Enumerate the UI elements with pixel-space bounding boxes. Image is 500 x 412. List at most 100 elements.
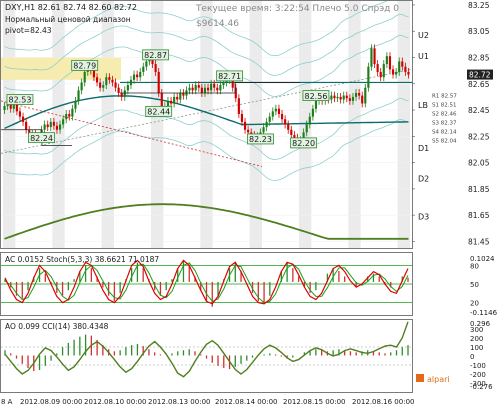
trading-terminal-chart: 82.53 82.24 82.79 82.87 82.44 82.71 82.23 82.56… <box>0 0 500 408</box>
ao-axis-tick-label: -200 <box>470 371 486 379</box>
y-axis-tick-label: 82.65 <box>468 80 490 89</box>
time-axis-label: 2012.08.09 00:00 <box>20 398 82 406</box>
candle-bearish <box>407 71 410 75</box>
range-caption: Нормальный ценовой диапазон <box>5 15 131 24</box>
y-axis-tick-label: 82.45 <box>468 106 490 115</box>
candle-bullish <box>271 111 274 117</box>
time-axis-label: 2012.08.14 00:00 <box>215 398 277 406</box>
candle-bullish <box>173 96 176 104</box>
candle-bearish <box>293 135 296 138</box>
candle-bullish <box>354 92 358 97</box>
candle-bearish <box>55 125 59 130</box>
y-axis-tick-label: 82.05 <box>468 159 490 168</box>
candle-bullish <box>71 108 74 117</box>
ac-axis-tick-label: 80 <box>470 262 479 270</box>
session-band <box>397 1 410 248</box>
candle-bearish <box>157 71 160 93</box>
candle-bullish <box>262 127 265 133</box>
candle-bearish <box>213 83 216 88</box>
time-axis: 8 A 2012.08.09 00:00 2012.08.10 00:00 2012… <box>1 398 414 406</box>
ao-axis-tick-label: 100 <box>470 344 483 352</box>
candle-bearish <box>401 61 404 67</box>
ao-cci-caption: AO 0.099 CCI(14) 380.4348 <box>5 322 109 331</box>
candle-bullish <box>58 124 62 130</box>
time-axis-label: 2012.08.10 00:00 <box>84 398 146 406</box>
candle-bullish <box>179 92 182 100</box>
candle-bullish <box>105 77 108 86</box>
candle-bullish <box>203 87 207 93</box>
candle-bearish <box>277 108 281 114</box>
candle-bullish <box>385 56 388 65</box>
y-axis-tick-label: 81.45 <box>468 237 490 246</box>
peak-label-text: 82.87 <box>144 51 167 60</box>
alpari-watermark: alpari <box>427 375 450 384</box>
candle-bearish <box>136 74 139 78</box>
candle-bearish <box>290 129 293 136</box>
candle-bullish <box>395 71 398 75</box>
ac-axis-tick-label: 50 <box>470 281 479 289</box>
candle-bullish <box>268 116 271 122</box>
y-axis-tick-label: 83.25 <box>468 1 490 10</box>
time-axis-label: 2012.08.13 00:00 <box>148 398 210 406</box>
peak-label-text: 82.79 <box>73 62 96 71</box>
candle-bearish <box>339 96 342 100</box>
candle-bullish <box>370 48 373 67</box>
ao-axis-tick-label: 0 <box>470 353 474 361</box>
ao-axis-tick-label: -0.276 <box>470 383 493 391</box>
candle-bearish <box>95 77 99 83</box>
candle-bearish <box>114 82 117 88</box>
peak-label-text: 82.23 <box>249 135 272 144</box>
candle-bearish <box>391 69 395 75</box>
session-band <box>348 1 361 248</box>
pivot-caption: pivot=82.43 <box>5 26 52 35</box>
candle-bearish <box>240 113 244 122</box>
candle-bearish <box>243 121 247 130</box>
pivot-level-label: S1 82.51 <box>432 102 456 108</box>
candle-bearish <box>280 113 284 120</box>
level-label: D3 <box>418 212 429 221</box>
candle-bullish <box>222 82 225 86</box>
pivot-level-label: S4 82.14 <box>432 129 457 135</box>
candle-bearish <box>120 92 123 97</box>
y-axis-tick-label: 81.65 <box>468 211 490 220</box>
candle-bullish <box>102 85 105 88</box>
price-tag-text: 82.72 <box>469 71 491 80</box>
candle-bullish <box>132 74 136 80</box>
candle-bullish <box>367 66 370 88</box>
candle-bullish <box>219 85 222 91</box>
level-label: LB <box>418 101 428 110</box>
level-label: U2 <box>418 31 429 40</box>
candle-bullish <box>351 96 355 101</box>
candle-bullish <box>314 100 318 109</box>
ao-axis-tick-label: 200 <box>470 335 483 343</box>
candle-bearish <box>18 111 22 117</box>
candle-bearish <box>373 48 376 65</box>
pivot-level-label: S5 82.04 <box>432 138 457 144</box>
candle-bearish <box>46 124 49 128</box>
candle-bearish <box>117 87 120 93</box>
peak-label-text: 82.44 <box>147 108 170 117</box>
ao-axis-tick-label: -100 <box>470 362 486 370</box>
candle-bearish <box>111 79 114 83</box>
candle-bullish <box>139 71 142 78</box>
candle-bullish <box>311 108 314 117</box>
candle-bearish <box>376 64 379 72</box>
candle-bullish <box>3 106 6 111</box>
candle-bearish <box>216 87 219 91</box>
alpari-logo-mark <box>416 374 424 382</box>
candle-bullish <box>336 96 339 99</box>
candle-bearish <box>333 95 336 99</box>
chart-canvas: 82.53 82.24 82.79 82.87 82.44 82.71 82.23 82.56… <box>0 0 500 408</box>
pivot-level-label: R1 82.57 <box>432 93 457 99</box>
peak-label-text: 82.24 <box>30 134 53 143</box>
ac-axis-tick-label: 20 <box>470 300 479 308</box>
candle-bullish <box>364 87 367 104</box>
candle-bearish <box>247 129 250 133</box>
level-label: U1 <box>418 52 429 61</box>
peak-label-text: 82.56 <box>305 92 328 101</box>
ac-axis-tick-label: -0.1146 <box>470 309 498 317</box>
candle-bullish <box>330 95 333 100</box>
balance-label: $9614.46 <box>196 19 239 29</box>
candle-bearish <box>92 70 96 78</box>
time-axis-start: 8 A <box>1 398 13 406</box>
